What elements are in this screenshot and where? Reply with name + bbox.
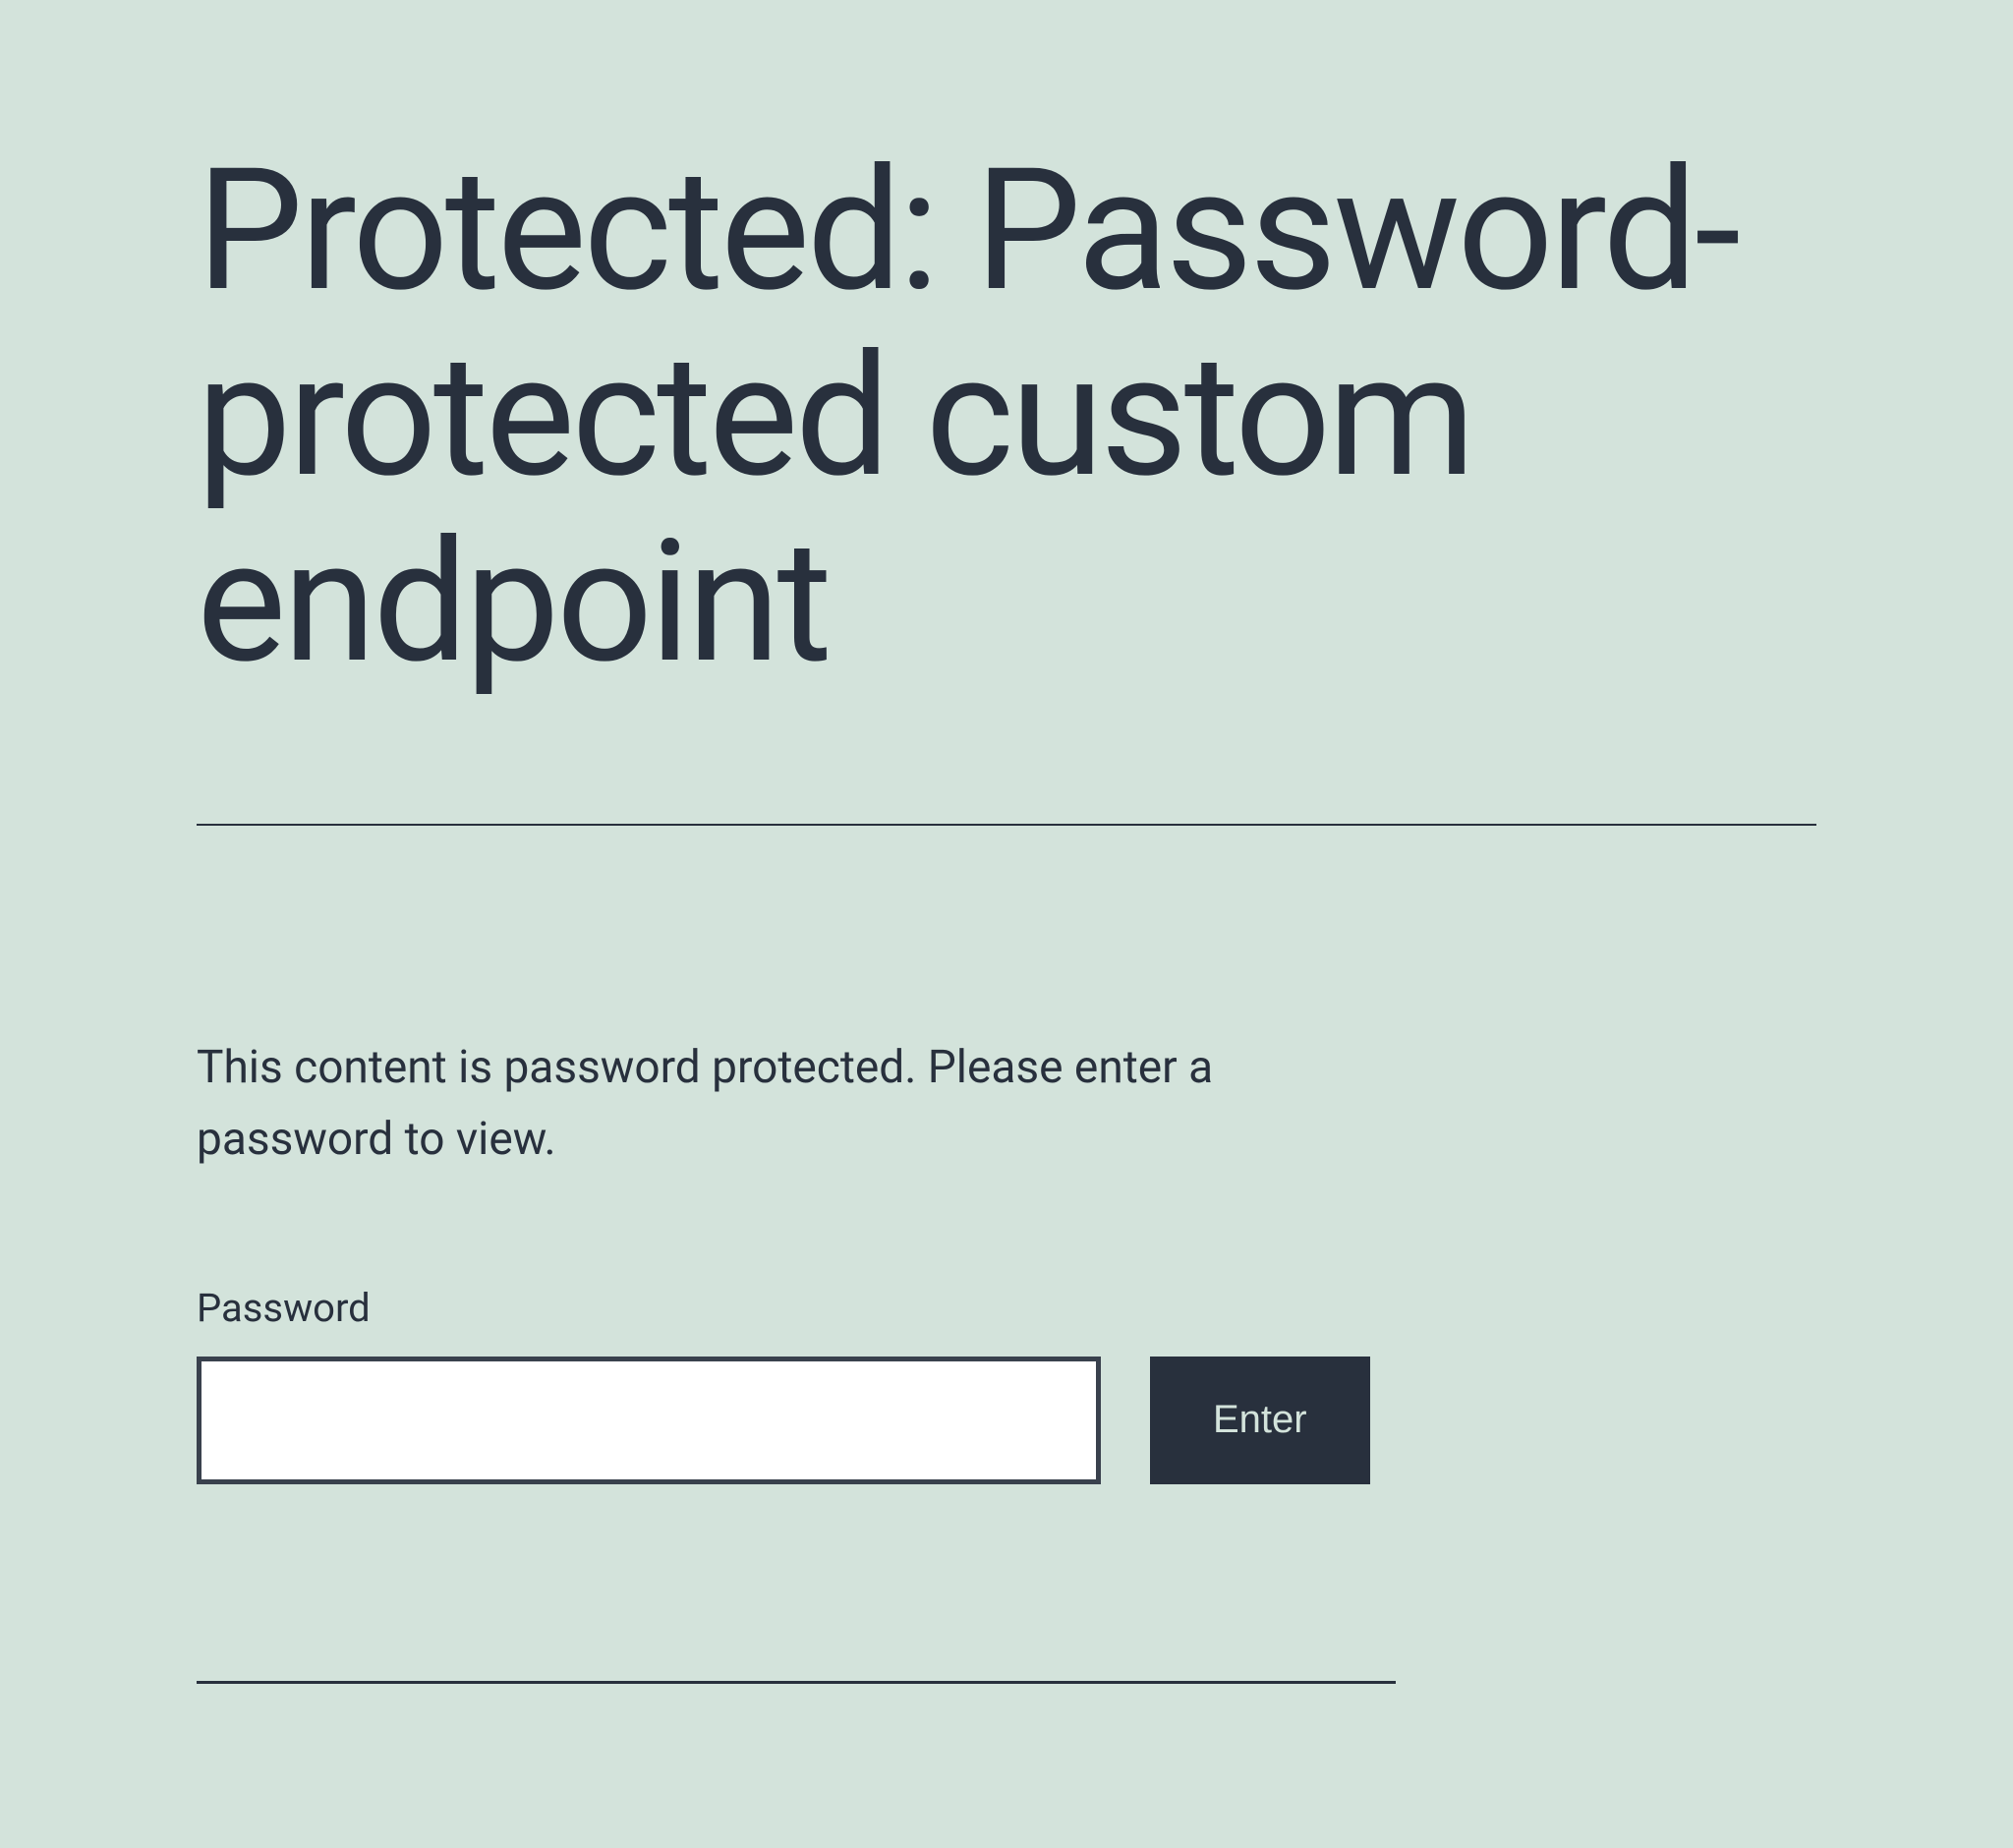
content-divider bbox=[197, 1681, 1396, 1684]
page-title: Protected: Password-protected custom end… bbox=[197, 138, 1816, 696]
password-input[interactable] bbox=[197, 1357, 1101, 1484]
password-form: Password Enter bbox=[197, 1285, 1396, 1484]
password-label: Password bbox=[197, 1285, 1101, 1331]
enter-button[interactable]: Enter bbox=[1150, 1357, 1370, 1484]
instruction-text: This content is password protected. Plea… bbox=[197, 1032, 1396, 1177]
password-field-group: Password bbox=[197, 1285, 1101, 1484]
